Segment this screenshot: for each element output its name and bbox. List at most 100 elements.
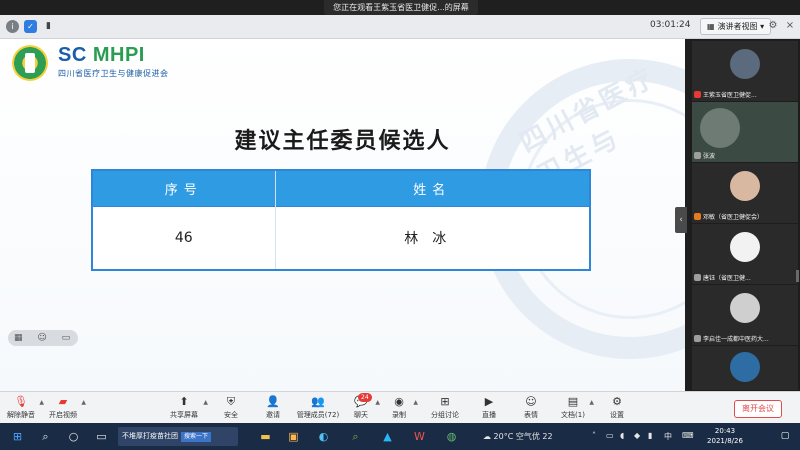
clock-date: 2021/8/26: [707, 437, 743, 445]
mic-icon: [694, 335, 701, 342]
search-app-icon[interactable]: ⌕: [348, 429, 363, 444]
meeting-timer: 03:01:24: [650, 20, 691, 30]
mic-icon: [694, 274, 701, 281]
edge-icon[interactable]: ◐: [316, 429, 331, 444]
video-label: 开启视频: [49, 411, 77, 419]
participant-tile[interactable]: 李启佳一成都中医药大...: [692, 285, 798, 345]
windows-start-icon[interactable]: ⊞: [10, 429, 25, 444]
annotation-mini-toolbar[interactable]: ▦ ☺ ▭: [8, 330, 78, 346]
meeting-app-icon[interactable]: ▲: [380, 429, 395, 444]
members-icon: 👥: [311, 395, 325, 408]
collapse-panel-chevron-icon[interactable]: ‹: [675, 207, 687, 233]
documents-button[interactable]: ▤ 文档(1) ▲: [560, 395, 594, 420]
task-view-icon[interactable]: ▭: [94, 429, 109, 444]
leave-meeting-button[interactable]: 离开会议: [734, 400, 782, 418]
chevron-up-icon[interactable]: ▲: [39, 399, 44, 406]
video-button[interactable]: ▰ 开启视频 ▲: [48, 395, 86, 420]
signal-icon[interactable]: ▮: [42, 20, 55, 33]
chevron-up-icon[interactable]: ▲: [375, 399, 380, 406]
slide-title: 建议主任委员候选人: [234, 129, 451, 154]
table-row: 46 林冰: [92, 205, 590, 270]
panel-scrollbar[interactable]: [796, 270, 799, 282]
volume-icon[interactable]: ◖: [620, 431, 624, 440]
breakout-rooms-button[interactable]: ⊞ 分组讨论: [430, 395, 460, 420]
header-number: 序号: [92, 170, 276, 206]
live-stream-button[interactable]: ▶ 直播: [478, 395, 500, 420]
weather-widget[interactable]: ☁ 20°C 空气优 22: [483, 431, 553, 442]
settings-button[interactable]: ⚙ 设置: [606, 395, 628, 420]
security-label: 安全: [224, 411, 238, 419]
battery-icon[interactable]: ▮: [648, 431, 652, 440]
cell-number: 46: [92, 205, 276, 270]
shield-icon[interactable]: ✓: [24, 20, 37, 33]
wps-icon[interactable]: W: [412, 429, 427, 444]
chevron-up-icon[interactable]: ▲: [589, 399, 594, 406]
table-header-row: 序号 姓名: [92, 170, 590, 206]
system-clock[interactable]: 20:43 2021/8/26: [700, 426, 750, 446]
breakout-icon: ⊞: [440, 395, 450, 408]
video-off-icon: ▰: [58, 395, 68, 408]
keyboard-icon[interactable]: ⌨: [682, 431, 694, 440]
ime-indicator[interactable]: 中: [664, 431, 672, 442]
taskbar-browser-app[interactable]: 不堆厚打疫苗社团 搜索一下: [118, 427, 238, 446]
mute-button[interactable]: 🎙 解除静音 ▲: [6, 395, 44, 420]
invite-button[interactable]: 👤 邀请: [262, 395, 284, 420]
participant-tile[interactable]: 唐钰（省医卫健...: [692, 224, 798, 284]
avatar: [730, 352, 760, 382]
security-button[interactable]: ⛨ 安全: [220, 395, 242, 420]
cortana-icon[interactable]: ○: [66, 429, 81, 444]
live-label: 直播: [482, 411, 496, 419]
avatar: [730, 232, 760, 262]
clock-time: 20:43: [714, 427, 736, 435]
share-screen-button[interactable]: ⬆ 共享屏幕 ▲: [168, 395, 208, 420]
header-name: 姓名: [275, 170, 590, 206]
manage-members-button[interactable]: 👥 管理成员(72): [296, 395, 340, 420]
reactions-label: 表情: [524, 411, 538, 419]
chevron-up-icon[interactable]: ▲: [413, 399, 418, 406]
speaker-view-button[interactable]: ▦ 演讲者视图 ▾: [700, 18, 772, 35]
taskbar-search-chip[interactable]: 搜索一下: [181, 432, 212, 442]
invite-label: 邀请: [266, 411, 280, 419]
participant-name: 张波: [703, 153, 716, 160]
tray-chevron-up-icon[interactable]: ˄: [592, 431, 596, 440]
windows-taskbar: ⊞ ⌕ ○ ▭ 不堆厚打疫苗社团 搜索一下 ▬ ▣ ◐ ⌕ ▲ W ◍ ☁ 20°…: [0, 423, 800, 450]
documents-label: 文档(1): [561, 411, 585, 419]
sharing-banner[interactable]: 您正在观看王紫玉省医卫健促...的屏幕: [324, 0, 478, 15]
chevron-up-icon[interactable]: ▲: [81, 399, 86, 406]
settings-gear-icon[interactable]: ⚙: [766, 19, 780, 33]
folder-icon[interactable]: ▬: [258, 429, 273, 444]
zoom-screen-share-window: 您正在观看王紫玉省医卫健促...的屏幕 i ✓ ▮ 03:01:24 ▦ 演讲者视…: [0, 0, 800, 450]
brand-chinese: 四川省医疗卫生与健康促进会: [58, 69, 169, 78]
network-icon[interactable]: ▭: [606, 431, 614, 440]
share-screen-icon: ⬆: [179, 395, 189, 408]
mic-muted-icon: 🎙: [14, 395, 28, 408]
participant-name: 唐钰（省医卫健...: [703, 275, 751, 282]
mic-muted-icon: [694, 213, 701, 220]
info-icon[interactable]: i: [6, 20, 19, 33]
record-button[interactable]: ◉ 录制 ▲: [388, 395, 418, 420]
participant-tile[interactable]: [692, 346, 798, 390]
add-user-icon: 👤: [266, 395, 280, 408]
participant-name: 王紫玉省医卫健促...: [703, 92, 757, 99]
speaker-view-label: 演讲者视图: [717, 22, 758, 31]
breakout-label: 分组讨论: [431, 411, 459, 419]
notification-icon[interactable]: ▢: [778, 429, 792, 443]
shield-tray-icon[interactable]: ◆: [634, 431, 640, 440]
mute-label: 解除静音: [7, 411, 35, 419]
gear-icon: ⚙: [612, 395, 622, 408]
participant-tile[interactable]: 王紫玉省医卫健促...: [692, 41, 798, 101]
logo-staff-icon: [25, 53, 35, 73]
participant-name: 李启佳一成都中医药大...: [703, 336, 769, 343]
candidate-table: 序号 姓名 46 林冰: [91, 169, 591, 271]
close-icon[interactable]: ×: [783, 19, 797, 33]
mic-icon: [694, 152, 701, 159]
participant-tile[interactable]: 张波: [692, 102, 798, 162]
search-icon[interactable]: ⌕: [38, 429, 53, 444]
chat-button[interactable]: 24 💬聊天▲: [350, 393, 380, 420]
participant-tile[interactable]: 邓敏（省医卫健促会）: [692, 163, 798, 223]
wechat-icon[interactable]: ◍: [444, 429, 459, 444]
chevron-up-icon[interactable]: ▲: [203, 399, 208, 406]
participant-name: 邓敏（省医卫健促会）: [703, 214, 764, 221]
store-bag-icon[interactable]: ▣: [286, 429, 301, 444]
reactions-button[interactable]: ☺ 表情: [520, 395, 542, 420]
